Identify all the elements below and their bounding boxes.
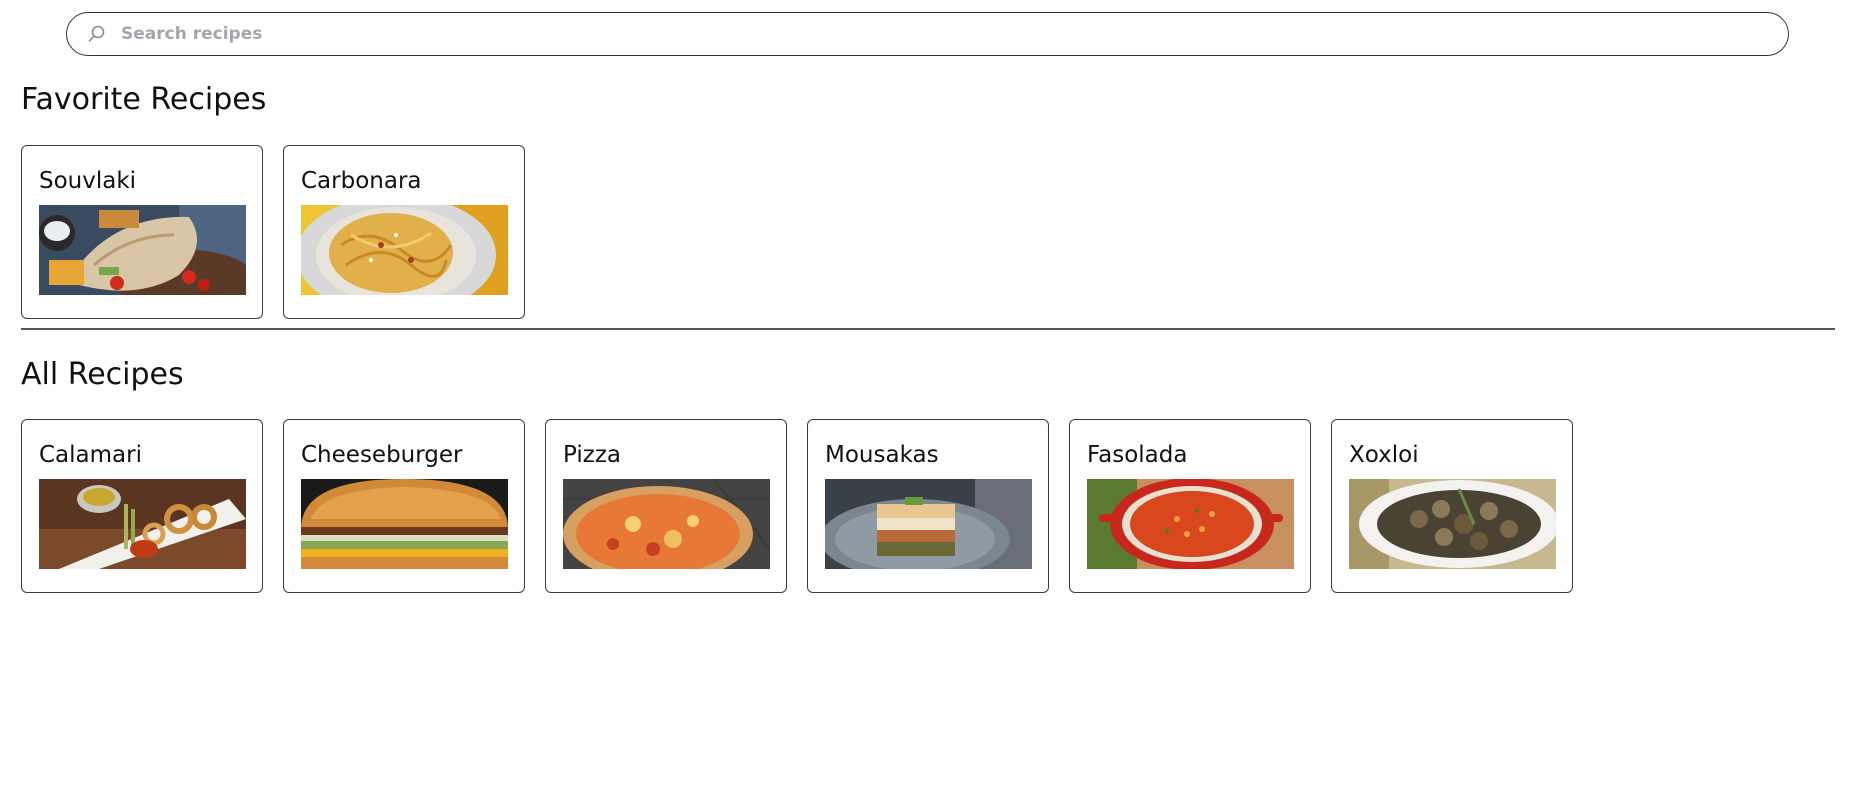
- recipe-card-mousakas[interactable]: Mousakas: [807, 419, 1049, 593]
- all-recipes-heading: All Recipes: [21, 357, 184, 392]
- recipe-image: [39, 479, 246, 569]
- recipe-card-xoxloi[interactable]: Xoxloi: [1331, 419, 1573, 593]
- all-recipes-grid: Calamari Cheeseburger Pizza Mousakas Fas…: [21, 419, 1573, 593]
- recipe-title: Fasolada: [1087, 442, 1188, 468]
- recipe-card-calamari[interactable]: Calamari: [21, 419, 263, 593]
- recipe-image: [301, 205, 508, 295]
- section-divider: [21, 328, 1835, 330]
- recipe-image: [1087, 479, 1294, 569]
- recipe-card-souvlaki[interactable]: Souvlaki: [21, 145, 263, 319]
- recipe-title: Calamari: [39, 442, 142, 468]
- recipe-title: Pizza: [563, 442, 621, 468]
- search-icon: [88, 25, 105, 42]
- recipe-image: [1349, 479, 1556, 569]
- recipe-image: [39, 205, 246, 295]
- recipe-title: Souvlaki: [39, 168, 137, 194]
- recipe-card-carbonara[interactable]: Carbonara: [283, 145, 525, 319]
- recipe-card-pizza[interactable]: Pizza: [545, 419, 787, 593]
- favorites-heading: Favorite Recipes: [21, 82, 267, 117]
- favorites-grid: Souvlaki Carbonara: [21, 145, 525, 319]
- recipe-card-fasolada[interactable]: Fasolada: [1069, 419, 1311, 593]
- search-bar[interactable]: [66, 12, 1789, 56]
- recipe-title: Mousakas: [825, 442, 939, 468]
- recipe-title: Xoxloi: [1349, 442, 1419, 468]
- search-input[interactable]: [119, 13, 1788, 55]
- recipe-card-cheeseburger[interactable]: Cheeseburger: [283, 419, 525, 593]
- recipe-image: [563, 479, 770, 569]
- recipe-image: [825, 479, 1032, 569]
- recipe-title: Carbonara: [301, 168, 422, 194]
- recipe-image: [301, 479, 508, 569]
- recipe-title: Cheeseburger: [301, 442, 463, 468]
